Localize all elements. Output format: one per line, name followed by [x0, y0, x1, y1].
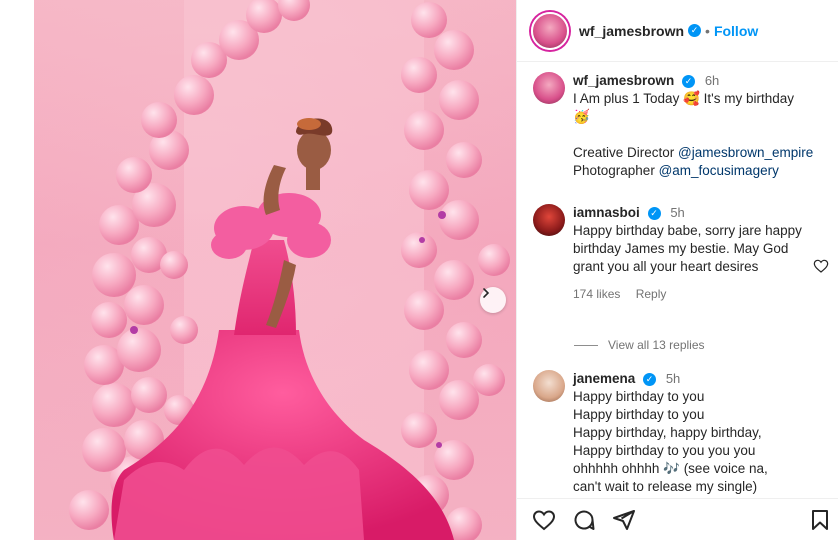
- comment-meta: 174 likes Reply: [573, 285, 808, 303]
- comment-line: can't wait to release my single): [573, 479, 758, 494]
- separator-dot: •: [705, 22, 710, 39]
- post-photo: [34, 0, 516, 540]
- like-count[interactable]: 174 likes: [573, 287, 620, 301]
- post-media[interactable]: [34, 0, 516, 540]
- verified-badge-icon: ✓: [647, 206, 661, 220]
- chevron-right-icon: [483, 288, 490, 298]
- action-bar: [517, 498, 838, 540]
- heart-icon: [532, 509, 556, 530]
- follow-button[interactable]: Follow: [714, 23, 758, 39]
- comment-line: Happy birthday, happy birthday,: [573, 425, 762, 440]
- avatar[interactable]: [533, 72, 565, 104]
- mention-link[interactable]: @jamesbrown_empire: [678, 145, 813, 160]
- mention-link[interactable]: @am_focusimagery: [659, 163, 779, 178]
- heart-icon[interactable]: [813, 258, 829, 274]
- reply-button[interactable]: Reply: [636, 287, 667, 301]
- comment: iamnasboi ✓ 5h Happy birthday babe, sorr…: [533, 204, 829, 303]
- avatar[interactable]: [533, 204, 565, 236]
- bookmark-icon: [812, 509, 828, 530]
- view-replies-button[interactable]: View all 13 replies: [574, 338, 705, 352]
- left-margin: [0, 0, 34, 540]
- comment-line: (see voice na,: [683, 461, 768, 476]
- comment-icon: [574, 510, 595, 530]
- avatar[interactable]: [533, 370, 565, 402]
- comment-text: Happy birthday babe, sorry jare happy bi…: [573, 223, 802, 274]
- divider: [574, 344, 598, 346]
- view-replies-label: View all 13 replies: [608, 338, 705, 352]
- comment-button[interactable]: [571, 507, 597, 533]
- comment-time[interactable]: 5h: [670, 205, 684, 220]
- comment-line: Happy birthday to you you you: [573, 443, 756, 458]
- comment-username[interactable]: janemena: [573, 371, 635, 386]
- post-author-username[interactable]: wf_jamesbrown: [579, 23, 684, 39]
- music-notes-emoji: 🎶: [663, 461, 680, 476]
- caption-text: I Am plus 1 Today: [573, 91, 680, 106]
- share-button[interactable]: [611, 507, 637, 533]
- like-button[interactable]: [531, 507, 557, 533]
- comment-line: ohhhhh ohhhh: [573, 461, 660, 476]
- comment-line: Happy birthday to you: [573, 407, 705, 422]
- share-icon: [613, 509, 635, 530]
- verified-badge-icon: ✓: [688, 24, 702, 37]
- credit-label: Creative Director: [573, 145, 675, 160]
- save-button[interactable]: [807, 507, 833, 533]
- caption-username[interactable]: wf_jamesbrown: [573, 73, 674, 88]
- caption-time[interactable]: 6h: [705, 73, 719, 88]
- comment-line: Happy birthday to you: [573, 389, 705, 404]
- avatar[interactable]: [531, 11, 569, 50]
- credit-label: Photographer: [573, 163, 655, 178]
- next-slide-button[interactable]: [480, 287, 506, 313]
- verified-badge-icon: ✓: [643, 372, 657, 386]
- post-sidebar: wf_jamesbrown ✓ • Follow wf_jamesbrown ✓…: [516, 0, 838, 540]
- party-face-emoji: 🥳: [573, 109, 590, 124]
- comment-username[interactable]: iamnasboi: [573, 205, 640, 220]
- comment: janemena ✓ 5h Happy birthday to you Happ…: [533, 370, 829, 496]
- verified-badge-icon: ✓: [682, 74, 696, 88]
- comment-time[interactable]: 5h: [666, 371, 680, 386]
- smiling-hearts-emoji: 🥰: [683, 91, 700, 106]
- comments-list[interactable]: wf_jamesbrown ✓ 6h I Am plus 1 Today 🥰 I…: [517, 62, 838, 498]
- caption: wf_jamesbrown ✓ 6h I Am plus 1 Today 🥰 I…: [533, 72, 829, 180]
- caption-text-2: It's my birthday: [703, 91, 795, 106]
- post-header: wf_jamesbrown ✓ • Follow: [517, 0, 838, 62]
